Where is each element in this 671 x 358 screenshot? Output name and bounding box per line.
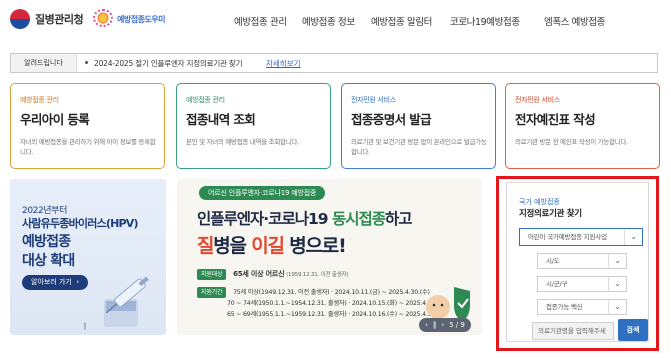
headline-highlight: 이길	[251, 235, 285, 257]
taegeuk-logo-icon	[10, 9, 30, 29]
period-row-2: 70 ~ 74세(1950.1.1.~1954.12.31. 출생자) · 20…	[227, 300, 447, 307]
card-category: 예방접종 관리	[186, 96, 225, 104]
finder-subtitle: 국가 예방접종	[519, 198, 560, 206]
card-description: 본인 및 자녀의 예방접종 내역을 조회합니다.	[186, 138, 299, 146]
site-logo[interactable]: 예방접종도우미	[92, 9, 166, 29]
chevron-down-icon: ⌄	[608, 254, 626, 268]
agency-name: 질병관리청	[35, 13, 84, 26]
headline-text: 병으로!	[283, 235, 347, 257]
card-description: 의료기관 및 보건기관 방문 없이 온라인으로 발급가능합니다.	[351, 138, 487, 156]
card-title: 접종내역 조회	[186, 112, 256, 127]
period-row-1: 75세 이상(1949.12.31. 이전 출생자) · 2024.10.11.…	[233, 289, 430, 296]
card-description: 자녀의 예방접종을 관리하기 위해 아이 정보를 등록합니다.	[20, 138, 156, 156]
headline-highlight: 동시접종	[331, 210, 386, 228]
sun-logo-icon	[92, 9, 114, 29]
clinic-finder-panel: 국가 예방접종 지정의료기관 찾기 어린이 국가예방접종 지원사업 ⌄ 시/도 …	[506, 182, 649, 342]
district-select-value: 시/군/구	[546, 280, 568, 288]
search-button[interactable]: 검색	[618, 319, 648, 341]
nav-item-vaccination-info[interactable]: 예방접종 정보	[302, 14, 355, 28]
period-tag: 지원기간	[197, 287, 227, 298]
period-row-3: 65 ~ 69세(1955.1.1.~1959.12.31. 출생자) · 20…	[227, 311, 447, 318]
nav-item-mpox[interactable]: 엠폭스 예방접종	[544, 14, 605, 28]
card-title: 전자예진표 작성	[515, 112, 596, 127]
nav-item-covid19[interactable]: 코로나19예방접종	[450, 14, 520, 28]
campaign-headline-1: 인플루엔자·코로나19 동시접종하고	[197, 207, 412, 229]
vaccine-select[interactable]: 접종가능 백신 ⌄	[537, 299, 627, 315]
card-vaccination-history[interactable]: 예방접종 관리 접종내역 조회 본인 및 자녀의 예방접종 내역을 조회합니다.	[176, 83, 331, 169]
chevron-down-icon: ⌄	[624, 229, 642, 245]
chevron-left-icon[interactable]: ‹	[425, 318, 428, 332]
card-description: 의료기관 방문 전 예진표 작성이 가능합니다.	[515, 138, 628, 146]
nav-item-vaccination-management[interactable]: 예방접종 관리	[234, 14, 287, 28]
hpv-banner[interactable]: 2022년부터 사람유두종바이러스(HPV) 예방접종 대상 확대 알아보러 가…	[10, 179, 166, 335]
notice-more-link[interactable]: 자세히보기	[266, 58, 301, 69]
card-category: 예방접종 관리	[20, 96, 59, 104]
notice-bar: 알려드립니다 2024-2025 절기 인플루엔자 지정의료기관 찾기 자세히보…	[10, 53, 658, 73]
vaccine-select-value: 접종가능 백신	[546, 303, 583, 311]
card-title: 접종증명서 발급	[351, 112, 432, 127]
notice-label: 알려드립니다	[11, 54, 77, 72]
card-child-registration[interactable]: 예방접종 관리 우리아이 등록 자녀의 예방접종을 관리하기 위해 아이 정보를…	[10, 83, 165, 169]
bullet-icon	[85, 61, 88, 64]
campaign-target-row: 지원대상 65세 이상 어르신 (1959.12.31. 이전 출생자)	[197, 269, 349, 280]
clinic-name-input[interactable]: 의료기관명을 입력해주세	[532, 322, 614, 340]
target-tag: 지원대상	[197, 269, 227, 280]
slide-counter: 5 / 9	[449, 321, 465, 329]
hpv-banner-line4: 대상 확대	[22, 253, 75, 269]
hpv-banner-line2: 사람유두종바이러스(HPV)	[22, 217, 139, 230]
chevron-down-icon: ⌄	[608, 300, 626, 314]
shield-character-illustration-icon	[426, 287, 470, 321]
campaign-period-row: 지원기간 75세 이상(1949.12.31. 이전 출생자) · 2024.1…	[197, 287, 430, 298]
hpv-pause-icon[interactable]: ‖	[83, 322, 87, 330]
site-header: 질병관리청 예방접종도우미 예방접종 관리 예방접종 정보 예방접종 알림터 코…	[0, 0, 671, 42]
region-select[interactable]: 시/도 ⌄	[537, 253, 627, 269]
card-certificate-issue[interactable]: 전자민원 서비스 접종증명서 발급 의료기관 및 보건기관 방문 없이 온라인으…	[341, 83, 496, 169]
notice-text[interactable]: 2024-2025 절기 인플루엔자 지정의료기관 찾기	[94, 58, 243, 69]
campaign-period-row: 70 ~ 74세(1950.1.1.~1954.12.31. 출생자) · 20…	[197, 298, 447, 307]
clinic-finder-highlight: 국가 예방접종 지정의료기관 찾기 어린이 국가예방접종 지원사업 ⌄ 시/도 …	[496, 176, 659, 351]
target-text: 65세 이상 어르신	[233, 270, 285, 278]
district-select[interactable]: 시/군/구 ⌄	[537, 276, 627, 292]
finder-title: 지정의료기관 찾기	[519, 209, 582, 219]
headline-text: 병을	[213, 235, 252, 257]
campaign-pager[interactable]: ‹ ‖ › 5 / 9	[419, 318, 471, 332]
campaign-banner[interactable]: 어르신 인플루엔자·코로나19 예방접종 인플루엔자·코로나19 동시접종하고 …	[177, 179, 482, 335]
region-select-value: 시/도	[546, 257, 560, 265]
syringe-illustration-icon	[104, 276, 149, 327]
hpv-learn-more-button[interactable]: 알아보러 가기 ›	[22, 275, 89, 290]
pause-icon[interactable]: ‖	[433, 318, 437, 332]
hpv-banner-line3: 예방접종	[22, 234, 71, 250]
headline-highlight: 질	[197, 235, 215, 257]
card-category: 전자민원 서비스	[515, 96, 560, 104]
campaign-period-row: 65 ~ 69세(1955.1.1.~1959.12.31. 출생자) · 20…	[197, 309, 447, 318]
card-category: 전자민원 서비스	[351, 96, 396, 104]
card-title: 우리아이 등록	[20, 112, 90, 127]
nav-item-vaccination-notice[interactable]: 예방접종 알림터	[371, 14, 432, 28]
kdca-logo[interactable]: 질병관리청	[10, 9, 84, 29]
headline-text: 인플루엔자·코로나19	[197, 210, 332, 228]
program-select-value: 어린이 국가예방접종 지원사업	[528, 233, 607, 241]
target-note: (1959.12.31. 이전 출생자)	[286, 272, 349, 278]
campaign-pill: 어르신 인플루엔자·코로나19 예방접종	[199, 186, 326, 200]
campaign-headline-2: 질병을 이길 병으로!	[197, 231, 347, 258]
hpv-learn-more-label: 알아보러 가기	[31, 278, 72, 286]
headline-text: 하고	[384, 210, 413, 228]
chevron-down-icon: ⌄	[608, 277, 626, 291]
chevron-right-icon[interactable]: ›	[441, 318, 444, 332]
chevron-right-icon: ›	[74, 278, 80, 286]
card-e-questionnaire[interactable]: 전자민원 서비스 전자예진표 작성 의료기관 방문 전 예진표 작성이 가능합니…	[505, 83, 660, 169]
program-select[interactable]: 어린이 국가예방접종 지원사업 ⌄	[519, 228, 643, 246]
site-logo-text: 예방접종도우미	[117, 14, 166, 24]
